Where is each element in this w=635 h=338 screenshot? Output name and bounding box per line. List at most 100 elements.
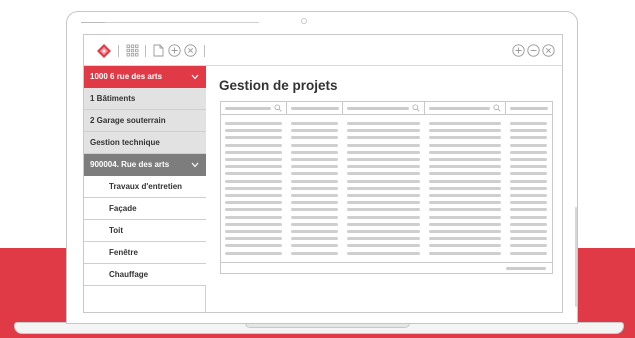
grid-apps-icon[interactable] [126, 44, 139, 57]
sidebar-item-technical-management[interactable]: Gestion technique [84, 132, 206, 154]
sidebar-item-label: Gestion technique [90, 138, 160, 147]
app-window: 1000 6 rue des arts 1 Bâtiments 2 Garage… [83, 34, 563, 313]
column-header[interactable] [506, 102, 552, 115]
table-cell-placeholder [429, 194, 501, 197]
table-cell-placeholder [429, 172, 501, 176]
table-cell-placeholder [429, 222, 501, 226]
search-icon[interactable] [493, 104, 501, 112]
table-cell-placeholder [225, 215, 282, 219]
table-cell-placeholder [429, 215, 501, 219]
table-cell-placeholder [225, 136, 282, 140]
sidebar-item-property[interactable]: 1000 6 rue des arts [84, 66, 206, 88]
sidebar-item-label: 1000 6 rue des arts [90, 72, 163, 81]
sidebar-item-label: Chauffage [109, 270, 149, 279]
table-cell-placeholder [347, 244, 420, 248]
table-cell-placeholder [225, 237, 282, 241]
table-cell-placeholder [347, 136, 420, 140]
sidebar-item-maintenance[interactable]: Travaux d'entretien [84, 176, 206, 198]
toolbar [84, 35, 562, 66]
sidebar-item-buildings[interactable]: 1 Bâtiments [84, 88, 206, 110]
table-cell-placeholder [347, 150, 420, 154]
table-cell-placeholder [510, 222, 547, 226]
sidebar-item-window[interactable]: Fenêtre [84, 242, 206, 264]
table-cell-placeholder [429, 201, 501, 205]
sidebar-item-label: 1 Bâtiments [90, 94, 136, 103]
table-cell-placeholder [510, 179, 547, 183]
camera-icon [301, 18, 307, 24]
table-cell-placeholder [347, 201, 420, 205]
table-cell-placeholder [510, 230, 547, 233]
table-cell-placeholder [347, 237, 420, 241]
column-header[interactable] [287, 102, 343, 115]
close-circle-icon[interactable] [184, 44, 197, 57]
table-cell-placeholder [225, 251, 282, 255]
table-cell-placeholder [510, 158, 547, 161]
sidebar-item-heating[interactable]: Chauffage [84, 264, 206, 286]
sidebar-item-garage[interactable]: 2 Garage souterrain [84, 110, 206, 132]
table-cell-placeholder [291, 251, 338, 255]
table-cell-placeholder [347, 165, 420, 169]
table-cell-placeholder [510, 122, 547, 125]
remove-circle-icon[interactable] [527, 44, 540, 57]
table-footer [221, 262, 552, 274]
table-cell-placeholder [347, 179, 420, 183]
table-cell-placeholder [510, 129, 547, 133]
column-filter-input[interactable] [425, 102, 506, 115]
search-icon[interactable] [274, 104, 282, 112]
table-cell-placeholder [347, 251, 420, 255]
new-document-icon[interactable] [152, 44, 165, 57]
table-cell-placeholder [429, 143, 501, 147]
table-cell-placeholder [291, 158, 338, 161]
table-cell-placeholder [347, 129, 420, 133]
table-cell-placeholder [225, 122, 282, 125]
close-circle-icon[interactable] [542, 44, 555, 57]
table-cell-placeholder [225, 208, 282, 212]
column-header-placeholder [429, 107, 490, 110]
table-cell-placeholder [225, 165, 282, 169]
table-cell-placeholder [291, 230, 338, 233]
sidebar-item-label: Travaux d'entretien [109, 182, 183, 191]
table-cell-placeholder [225, 158, 282, 161]
chevron-down-icon [191, 162, 199, 168]
sidebar-item-label: Façade [109, 204, 137, 213]
table-cell-placeholder [291, 237, 338, 241]
table-cell-placeholder [291, 194, 338, 197]
scrollbar[interactable] [575, 207, 577, 307]
add-circle-icon[interactable] [512, 44, 525, 57]
pagination-placeholder[interactable] [506, 267, 546, 270]
add-circle-icon[interactable] [168, 44, 181, 57]
table-cell-placeholder [347, 172, 420, 176]
table-cell-placeholder [510, 251, 547, 255]
bezel-line-accent [81, 22, 105, 23]
table-cell-placeholder [291, 122, 338, 125]
table-cell-placeholder [291, 244, 338, 248]
table-cell-placeholder [291, 215, 338, 219]
table-cell-placeholder [429, 237, 501, 241]
table-cell-placeholder [225, 194, 282, 197]
column-header-placeholder [347, 107, 409, 110]
table-cell-placeholder [291, 179, 338, 183]
sidebar-item-roof[interactable]: Toit [84, 220, 206, 242]
table-cell-placeholder [225, 230, 282, 233]
table-cell-placeholder [347, 158, 420, 161]
table-cell-placeholder [291, 201, 338, 205]
sidebar-item-project[interactable]: 900004. Rue des arts [84, 154, 206, 176]
app-logo-icon[interactable] [97, 44, 111, 58]
column-filter-input[interactable] [221, 102, 287, 115]
table-cell-placeholder [291, 208, 338, 212]
table-cell-placeholder [510, 136, 547, 140]
bezel-line [81, 22, 259, 23]
sidebar-item-facade[interactable]: Façade [84, 198, 206, 220]
table-cell-placeholder [225, 179, 282, 183]
table-cell-placeholder [225, 186, 282, 190]
search-icon[interactable] [412, 104, 420, 112]
column-filter-input[interactable] [343, 102, 425, 115]
table-cell-placeholder [429, 158, 501, 161]
table-cell-placeholder [510, 150, 547, 154]
column-header-placeholder [510, 107, 548, 110]
table-cell-placeholder [347, 122, 420, 125]
page-title: Gestion de projets [219, 78, 338, 93]
toolbar-divider [118, 45, 119, 57]
table-cell-placeholder [225, 222, 282, 226]
table-cell-placeholder [429, 122, 501, 125]
